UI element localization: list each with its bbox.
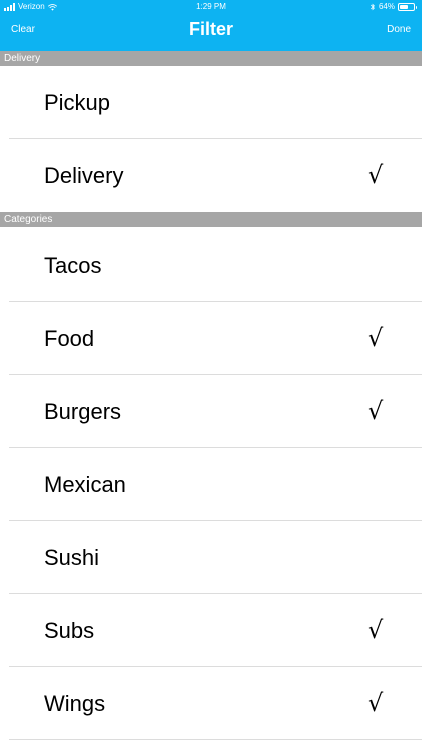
list-item-tacos[interactable]: Tacos [0, 229, 422, 302]
check-icon: √ [368, 161, 384, 189]
list-item-food[interactable]: Food √ [0, 302, 422, 375]
item-label: Pickup [44, 90, 111, 115]
filter-screen: Verizon 1:29 PM 64% Clear Filter Done De… [0, 0, 422, 750]
item-label: Delivery [44, 163, 124, 188]
item-label: Tacos [44, 253, 102, 278]
list-item-pickup[interactable]: Pickup [0, 66, 422, 139]
bluetooth-icon [370, 3, 375, 11]
section-header-categories: Categories [0, 212, 422, 227]
battery-fill [400, 5, 409, 9]
item-label: Food [44, 326, 95, 351]
list-item-delivery[interactable]: Delivery √ [0, 139, 422, 212]
status-time: 1:29 PM [196, 2, 226, 11]
item-label: Mexican [44, 472, 126, 497]
done-button[interactable]: Done [387, 24, 411, 35]
item-label: Sushi [44, 545, 100, 570]
item-label: Burgers [44, 399, 122, 424]
battery-icon [398, 3, 417, 11]
list-item-burgers[interactable]: Burgers √ [0, 375, 422, 448]
list-item-sushi[interactable]: Sushi [0, 521, 422, 594]
check-icon: √ [368, 397, 384, 425]
status-bar: Verizon 1:29 PM 64% [0, 0, 422, 14]
page-title: Filter [188, 19, 233, 39]
status-right: 64% [370, 0, 417, 14]
item-label: Subs [44, 618, 95, 643]
check-icon: √ [368, 324, 384, 352]
check-icon: √ [368, 616, 384, 644]
battery-percent: 64% [378, 2, 395, 11]
nav-bar: Verizon 1:29 PM 64% Clear Filter Done [0, 0, 422, 51]
section-header-delivery: Delivery [0, 51, 422, 66]
list-item-mexican[interactable]: Mexican [0, 448, 422, 521]
list-item-wings[interactable]: Wings √ [0, 667, 422, 740]
check-icon: √ [368, 689, 384, 717]
list-item-subs[interactable]: Subs √ [0, 594, 422, 667]
row-divider [9, 739, 422, 740]
item-label: Wings [44, 691, 106, 716]
